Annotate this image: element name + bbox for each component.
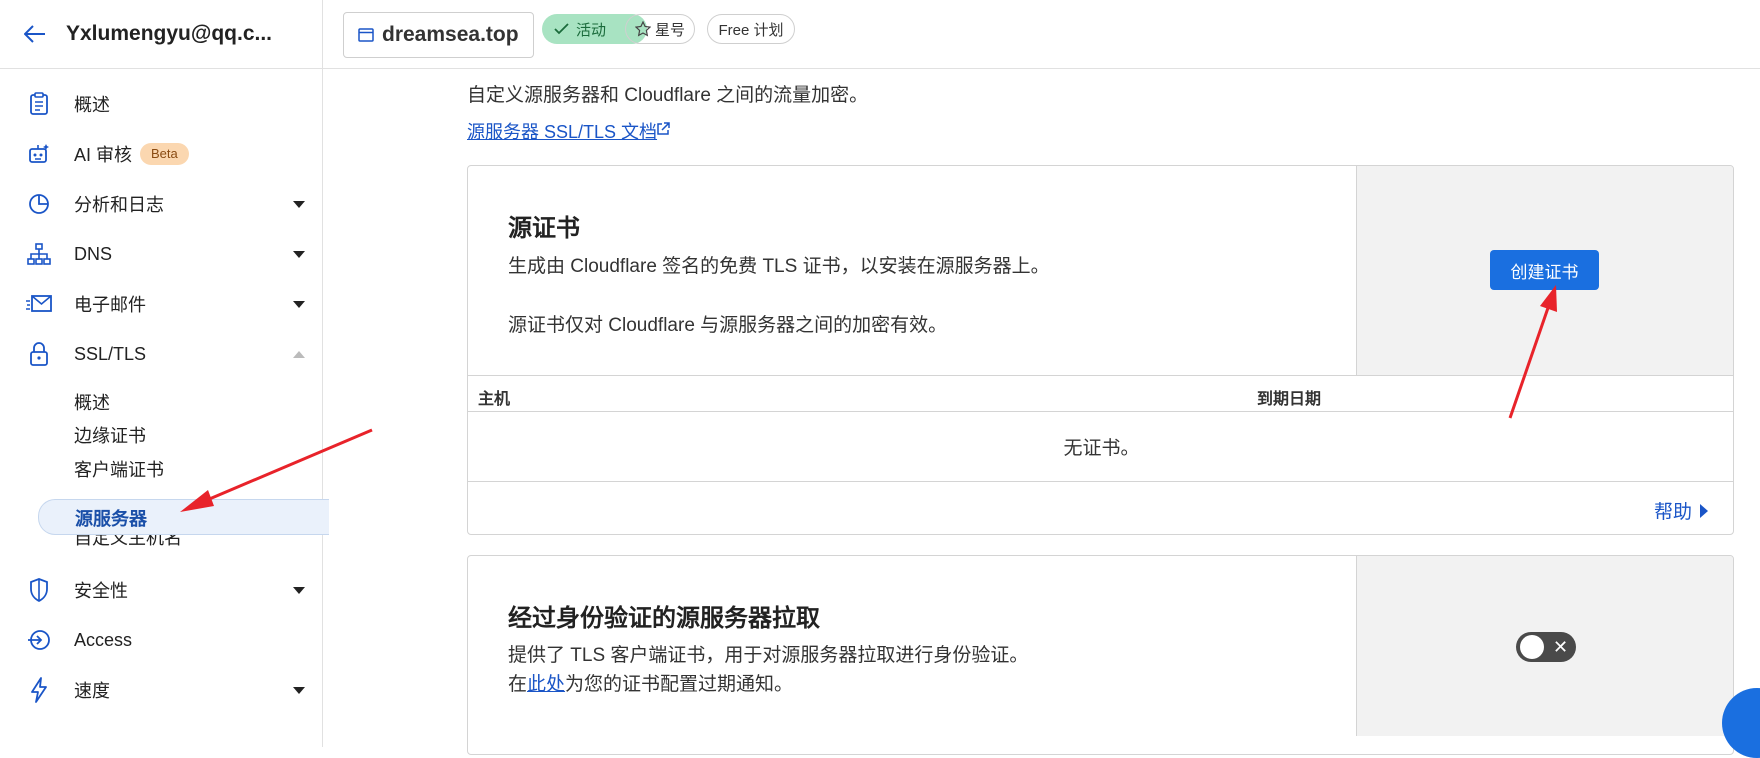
sidebar-item-ai-review[interactable]: AI 审核 Beta xyxy=(0,134,322,174)
lock-icon xyxy=(26,341,52,367)
here-link[interactable]: 此处 xyxy=(527,674,565,695)
sidebar-item-label: DNS xyxy=(74,243,113,264)
sidebar-item-label: AI 审核 xyxy=(74,145,133,165)
network-icon xyxy=(26,241,52,267)
sidebar-item-label: 速度 xyxy=(74,681,110,701)
certificate-table-header: 主机 到期日期 xyxy=(468,375,1733,412)
aop-action-panel: ✕ xyxy=(1356,556,1733,736)
sidebar-item-label: Access xyxy=(74,629,133,650)
sidebar-item-ssl-tls[interactable]: SSL/TLS xyxy=(0,334,322,374)
browser-window-icon xyxy=(358,28,374,42)
chevron-down-icon xyxy=(293,250,305,258)
page-intro: 自定义源服务器和 Cloudflare 之间的流量加密。 xyxy=(467,85,869,106)
bolt-icon xyxy=(26,677,52,703)
status-label: 活动 xyxy=(576,21,607,39)
create-certificate-button[interactable]: 创建证书 xyxy=(1490,250,1599,290)
origin-certificates-card: 源证书 生成由 Cloudflare 签名的免费 TLS 证书，以安装在源服务器… xyxy=(467,165,1734,535)
ssl-subitem-origin-server[interactable]: 源服务器 xyxy=(38,499,329,535)
toggle-knob xyxy=(1520,635,1544,659)
aop-desc-suffix: 为您的证书配置过期通知。 xyxy=(565,674,794,695)
column-header-host: 主机 xyxy=(478,391,511,408)
sidebar-item-analytics[interactable]: 分析和日志 xyxy=(0,184,322,224)
topbar: dreamsea.top 活动 星号 Free 计划 xyxy=(323,0,1760,69)
ssl-subitem-client-certificates[interactable]: 客户端证书 xyxy=(74,456,164,482)
plan-badge[interactable]: Free 计划 xyxy=(707,14,795,44)
back-button[interactable] xyxy=(20,19,50,49)
star-icon xyxy=(635,21,651,37)
account-name: Yxlumengyu@qq.c... xyxy=(66,22,273,45)
aop-notification-text: 在此处为您的证书配置过期通知。 xyxy=(508,669,793,696)
ssl-tls-docs-link[interactable]: 源服务器 SSL/TLS 文档 xyxy=(467,118,657,144)
active-subitem-label: 源服务器 xyxy=(75,509,147,529)
origin-cert-title: 源证书 xyxy=(508,215,580,242)
pie-chart-icon xyxy=(26,191,52,217)
aop-toggle[interactable]: ✕ xyxy=(1516,632,1576,662)
origin-cert-action-panel: 创建证书 xyxy=(1356,166,1733,375)
sidebar-item-access[interactable]: Access xyxy=(0,620,322,660)
aop-desc-prefix: 在 xyxy=(508,674,528,695)
chevron-up-icon xyxy=(293,350,305,358)
beta-badge: Beta xyxy=(140,143,189,165)
help-link[interactable]: 帮助 xyxy=(1654,497,1709,524)
aop-desc: 提供了 TLS 客户端证书，用于对源服务器拉取进行身份验证。 xyxy=(508,645,1029,666)
sidebar-item-overview[interactable]: 概述 xyxy=(0,84,322,124)
email-icon xyxy=(26,291,52,317)
sidebar-item-label: 分析和日志 xyxy=(74,195,164,215)
robot-icon xyxy=(26,141,52,167)
external-link-icon xyxy=(657,122,670,135)
column-header-expiry: 到期日期 xyxy=(1257,391,1322,408)
chevron-down-icon xyxy=(293,200,305,208)
origin-cert-note: 源证书仅对 Cloudflare 与源服务器之间的加密有效。 xyxy=(508,315,948,336)
shield-icon xyxy=(26,577,52,603)
star-button[interactable]: 星号 xyxy=(625,14,695,44)
chevron-down-icon xyxy=(293,586,305,594)
access-icon xyxy=(26,627,52,653)
ssl-subitem-overview[interactable]: 概述 xyxy=(74,389,110,415)
star-label: 星号 xyxy=(655,21,686,39)
caret-right-icon xyxy=(1700,503,1709,518)
sidebar-item-security[interactable]: 安全性 xyxy=(0,570,322,610)
clipboard-icon xyxy=(26,91,52,117)
help-label: 帮助 xyxy=(1654,502,1693,523)
domain-selector[interactable]: dreamsea.top xyxy=(343,12,534,58)
sidebar: Yxlumengyu@qq.c... 概述 AI 审核 Beta 分析和日志 D… xyxy=(0,0,329,747)
sidebar-item-label: 概述 xyxy=(74,95,110,115)
sidebar-item-label: 安全性 xyxy=(74,581,128,601)
close-icon: ✕ xyxy=(1553,637,1569,657)
empty-certificate-row: 无证书。 xyxy=(468,412,1733,482)
sidebar-item-dns[interactable]: DNS xyxy=(0,234,322,274)
origin-cert-desc: 生成由 Cloudflare 签名的免费 TLS 证书，以安装在源服务器上。 xyxy=(508,256,1050,277)
sidebar-item-label: 电子邮件 xyxy=(74,295,146,315)
authenticated-origin-pulls-card: 经过身份验证的源服务器拉取 提供了 TLS 客户端证书，用于对源服务器拉取进行身… xyxy=(467,555,1734,755)
sidebar-item-email[interactable]: 电子邮件 xyxy=(0,284,322,324)
ssl-subitem-edge-certificates[interactable]: 边缘证书 xyxy=(74,422,146,448)
chevron-down-icon xyxy=(293,686,305,694)
sidebar-header: Yxlumengyu@qq.c... xyxy=(0,0,322,69)
check-icon xyxy=(554,23,569,35)
domain-name: dreamsea.top xyxy=(382,23,519,46)
aop-title: 经过身份验证的源服务器拉取 xyxy=(508,605,820,632)
chevron-down-icon xyxy=(293,300,305,308)
sidebar-item-speed[interactable]: 速度 xyxy=(0,670,322,710)
sidebar-item-label: SSL/TLS xyxy=(74,343,147,364)
arrow-left-icon xyxy=(24,25,45,43)
